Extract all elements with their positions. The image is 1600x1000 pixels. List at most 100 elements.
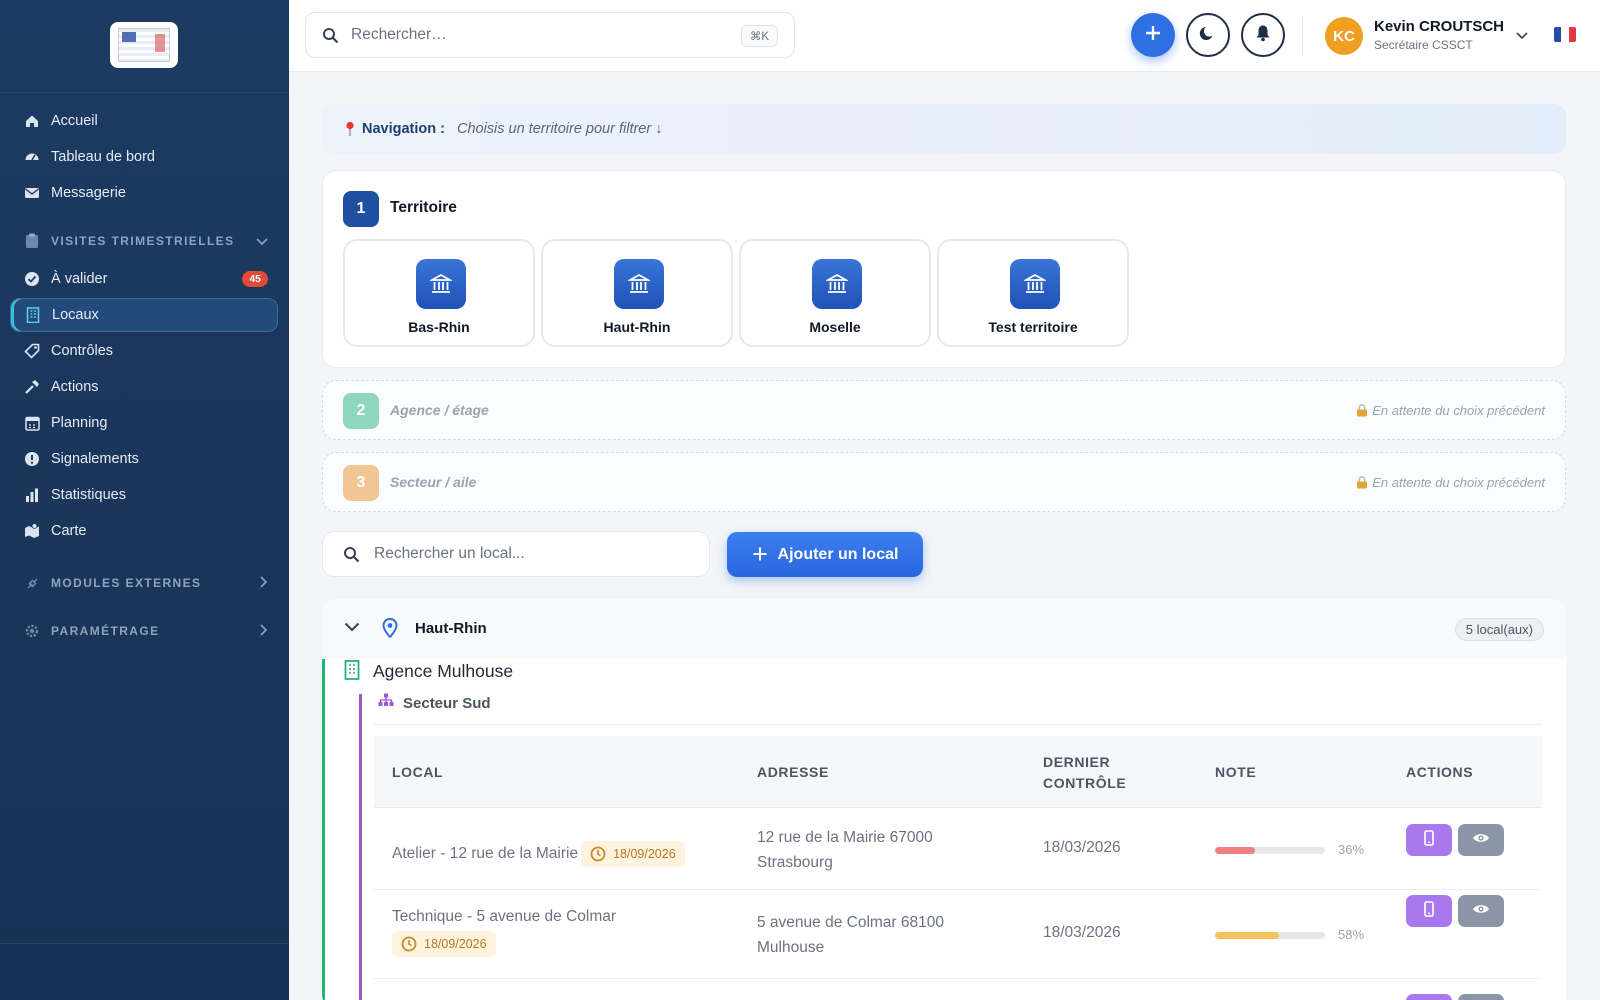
calendar-icon xyxy=(23,414,41,432)
sidebar-item-label: Statistiques xyxy=(51,487,126,503)
hierarchy-icon xyxy=(378,693,394,712)
phone-icon xyxy=(1424,829,1434,851)
sidebar-item-signalements[interactable]: Signalements xyxy=(10,442,278,476)
sidebar-item-actions[interactable]: Actions xyxy=(10,370,278,404)
column-header-address[interactable]: ADRESSE xyxy=(757,764,829,780)
sector-indicator xyxy=(359,694,362,1000)
topbar-divider xyxy=(1302,16,1303,56)
global-search-input[interactable]: Rechercher… ⌘K xyxy=(305,12,795,58)
view-button[interactable] xyxy=(1458,824,1504,856)
locals-count-badge: 5 local(aux) xyxy=(1454,618,1544,641)
sidebar-item-tableau-de-bord[interactable]: Tableau de bord xyxy=(10,140,278,174)
step-number: 1 xyxy=(343,191,379,227)
user-name[interactable]: Kevin CROUTSCH xyxy=(1374,18,1504,35)
table-row[interactable]: Technique - 5 avenue de Colmar 18/09/202… xyxy=(374,890,1542,979)
plus-icon xyxy=(1144,24,1162,47)
chevron-down-icon xyxy=(256,233,268,249)
search-placeholder: Rechercher un local... xyxy=(374,545,525,562)
column-header-note[interactable]: NOTE xyxy=(1215,764,1256,780)
notifications-button[interactable] xyxy=(1241,13,1285,57)
sidebar-section-visites[interactable]: VISITES TRIMESTRIELLES xyxy=(23,229,278,253)
phone-icon xyxy=(1424,900,1434,922)
address-line-2: Mulhouse xyxy=(757,939,825,956)
local-name: Atelier - 12 rue de la Mairie xyxy=(392,845,579,862)
app-logo[interactable] xyxy=(110,22,178,68)
tag-icon xyxy=(23,342,41,360)
waiting-message: En attente du choix précédent xyxy=(1356,403,1545,418)
institution-icon xyxy=(614,259,664,309)
territory-group-header[interactable]: Haut-Rhin 5 local(aux) xyxy=(322,599,1566,659)
map-pin-icon xyxy=(382,617,398,643)
sidebar-item-label: À valider xyxy=(51,271,108,287)
sidebar-item-label: Carte xyxy=(51,523,87,539)
mail-icon xyxy=(23,184,41,202)
lock-icon xyxy=(1356,404,1368,417)
note-percent: 58% xyxy=(1338,927,1365,942)
territory-tile-test[interactable]: Test territoire xyxy=(937,239,1129,347)
local-search-input[interactable]: Rechercher un local... xyxy=(322,531,710,577)
mobile-view-button[interactable] xyxy=(1406,824,1452,856)
agency-step-card: 2 Agence / étage En attente du choix pré… xyxy=(322,380,1566,440)
sidebar-item-planning[interactable]: Planning xyxy=(10,406,278,440)
view-button[interactable] xyxy=(1458,994,1504,1000)
gear-icon xyxy=(23,622,41,640)
lock-icon xyxy=(1356,476,1368,489)
bar-chart-icon xyxy=(23,486,41,504)
sidebar-section-modules[interactable]: MODULES EXTERNES xyxy=(23,571,278,595)
column-header-last-control-1[interactable]: DERNIER xyxy=(1043,754,1110,770)
table-row[interactable]: Atelier - 12 rue de la Mairie 18/09/2026… xyxy=(374,809,1542,890)
column-header-local[interactable]: LOCAL xyxy=(392,764,443,780)
institution-icon xyxy=(1010,259,1060,309)
divider xyxy=(374,724,1542,725)
home-icon xyxy=(23,112,41,130)
search-icon xyxy=(343,546,360,563)
sidebar-item-locaux[interactable]: Locaux xyxy=(10,298,278,332)
sidebar-divider xyxy=(0,92,289,93)
territory-tile-bas-rhin[interactable]: Bas-Rhin xyxy=(343,239,535,347)
sidebar-item-controles[interactable]: Contrôles xyxy=(10,334,278,368)
sidebar-item-statistiques[interactable]: Statistiques xyxy=(10,478,278,512)
avatar[interactable]: KC xyxy=(1325,17,1363,55)
due-date-badge: 18/09/2026 xyxy=(392,931,496,957)
eye-icon xyxy=(1472,831,1490,849)
check-circle-icon xyxy=(23,270,41,288)
building-icon xyxy=(24,306,42,324)
table-header: LOCAL ADRESSE DERNIER CONTRÔLE NOTE ACTI… xyxy=(374,736,1542,808)
mobile-view-button[interactable] xyxy=(1406,994,1452,1000)
sidebar-footer-divider xyxy=(0,943,289,944)
step-title: Territoire xyxy=(390,199,457,216)
territory-tile-haut-rhin[interactable]: Haut-Rhin xyxy=(541,239,733,347)
address-line-1: 12 rue de la Mairie 67000 xyxy=(757,829,933,846)
sidebar-item-carte[interactable]: Carte xyxy=(10,514,278,548)
institution-icon xyxy=(416,259,466,309)
french-flag-icon[interactable] xyxy=(1554,27,1576,42)
quick-add-button[interactable] xyxy=(1131,13,1175,57)
search-placeholder: Rechercher… xyxy=(351,26,447,43)
add-local-button[interactable]: Ajouter un local xyxy=(727,532,923,577)
note-progress-fill xyxy=(1215,932,1279,939)
territory-label: Bas-Rhin xyxy=(408,319,470,335)
note-progress-bar xyxy=(1215,847,1325,854)
chevron-down-icon[interactable] xyxy=(344,619,360,637)
territory-tile-moselle[interactable]: Moselle xyxy=(739,239,931,347)
sidebar-item-messagerie[interactable]: Messagerie xyxy=(10,176,278,210)
sidebar-section-parametrage[interactable]: PARAMÉTRAGE xyxy=(23,619,278,643)
last-control-date: 18/03/2026 xyxy=(1043,839,1121,856)
sidebar-item-label: Locaux xyxy=(52,307,99,323)
due-date-badge: 18/09/2026 xyxy=(581,841,685,867)
territory-label: Moselle xyxy=(809,319,861,335)
sidebar-item-label: Signalements xyxy=(51,451,139,467)
local-name: Technique - 5 avenue de Colmar xyxy=(392,908,617,925)
mobile-view-button[interactable] xyxy=(1406,895,1452,927)
step-title: Secteur / aile xyxy=(390,474,477,490)
sector-title: Secteur Sud xyxy=(403,695,491,712)
building-icon xyxy=(344,660,360,685)
dark-mode-toggle[interactable] xyxy=(1186,13,1230,57)
sidebar-item-label: Contrôles xyxy=(51,343,114,359)
sidebar-item-accueil[interactable]: Accueil xyxy=(10,104,278,138)
address-line-2: Strasbourg xyxy=(757,854,833,871)
sidebar-item-a-valider[interactable]: À valider 45 xyxy=(10,262,278,296)
chevron-down-icon[interactable] xyxy=(1516,27,1528,45)
chevron-right-icon xyxy=(260,623,268,639)
view-button[interactable] xyxy=(1458,895,1504,927)
